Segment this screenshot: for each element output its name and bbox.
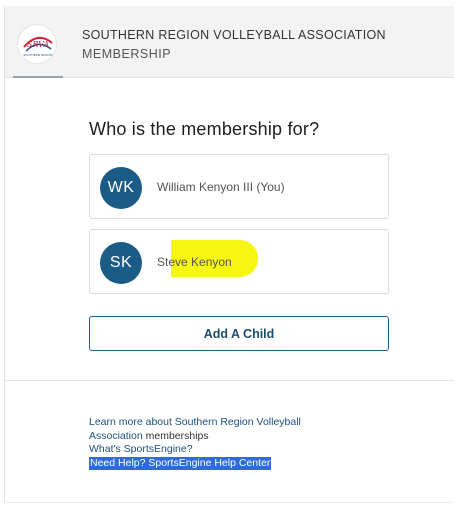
logo-subtext: SOUTHERN REGION <box>23 53 53 57</box>
footer-links: Learn more about Southern Region Volleyb… <box>89 416 301 470</box>
active-tab-indicator <box>13 76 63 78</box>
member-card-steve[interactable]: SK Steve Kenyon <box>89 229 389 294</box>
divider <box>5 380 454 381</box>
learn-more-link-continued[interactable]: Association <box>89 430 143 442</box>
member-card-william[interactable]: WK William Kenyon III (You) <box>89 154 389 219</box>
help-row: Need Help? SportsEngine Help Center <box>89 456 272 470</box>
learn-more-suffix: memberships <box>145 429 209 442</box>
bottom-border <box>5 502 454 503</box>
header: SRVA SOUTHERN REGION SOUTHERN REGION VOL… <box>5 6 454 78</box>
learn-more-link[interactable]: Learn more about Southern Region Volleyb… <box>89 416 301 428</box>
page-subtitle: MEMBERSHIP <box>82 47 172 61</box>
org-logo[interactable]: SRVA SOUTHERN REGION <box>17 24 57 64</box>
whats-sportsengine-link[interactable]: What's SportsEngine? <box>89 443 193 455</box>
help-prefix: Need Help? <box>90 456 146 469</box>
avatar: WK <box>100 167 142 209</box>
page-title: Who is the membership for? <box>89 119 320 139</box>
add-child-button[interactable]: Add A Child <box>89 316 389 351</box>
member-name: Steve Kenyon <box>157 255 232 269</box>
logo-text: SRVA <box>27 40 49 49</box>
member-name: William Kenyon III (You) <box>157 180 285 194</box>
org-name: SOUTHERN REGION VOLLEYBALL ASSOCIATION <box>82 28 386 42</box>
help-center-link[interactable]: SportsEngine Help Center <box>148 457 270 469</box>
volleyball-logo-icon: SRVA SOUTHERN REGION <box>19 26 56 63</box>
membership-panel: SRVA SOUTHERN REGION SOUTHERN REGION VOL… <box>4 6 454 503</box>
avatar: SK <box>100 242 142 284</box>
